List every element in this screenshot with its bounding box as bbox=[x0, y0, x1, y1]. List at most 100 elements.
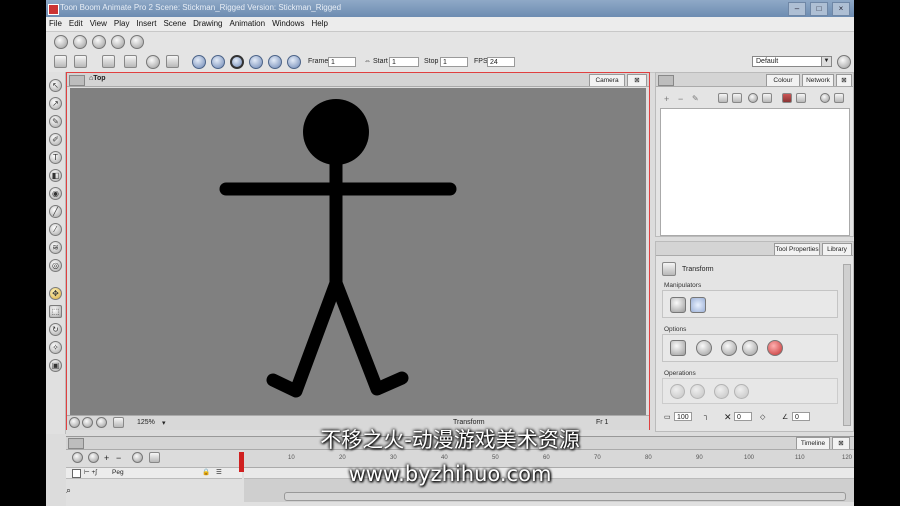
select-pegs-icon[interactable] bbox=[696, 340, 712, 356]
snap-icon[interactable] bbox=[721, 340, 737, 356]
width-field[interactable]: 100 bbox=[674, 412, 692, 421]
cut-icon[interactable] bbox=[102, 55, 115, 68]
maximize-button[interactable]: □ bbox=[810, 2, 828, 16]
tab-library[interactable]: Library bbox=[822, 243, 852, 255]
tool-properties-panel: Tool Properties Library Transform Manipu… bbox=[655, 241, 854, 432]
edit-colour-icon[interactable]: ✎ bbox=[692, 94, 699, 103]
animate-tool-icon[interactable]: ✥ bbox=[49, 287, 62, 300]
peg-only-icon[interactable] bbox=[670, 340, 686, 356]
stop-field[interactable]: 1 bbox=[440, 57, 468, 67]
angle-field[interactable]: 0 bbox=[792, 412, 810, 421]
add-colour-icon[interactable]: + bbox=[664, 94, 669, 104]
tab-tool-properties[interactable]: Tool Properties bbox=[774, 243, 820, 255]
workspace-manager-icon[interactable] bbox=[837, 55, 851, 69]
bounding-box-icon[interactable] bbox=[690, 297, 706, 313]
texture-icon[interactable] bbox=[782, 93, 792, 103]
sound-button[interactable] bbox=[230, 55, 244, 69]
zoom-search-icon[interactable]: ⌕ bbox=[66, 485, 71, 496]
select-arrow-icon[interactable] bbox=[670, 297, 686, 313]
record-button[interactable] bbox=[287, 55, 301, 69]
colour-view-icon[interactable] bbox=[834, 93, 844, 103]
frame-field[interactable]: 1 bbox=[328, 57, 356, 67]
redo-icon[interactable] bbox=[74, 55, 87, 68]
open-scene-icon[interactable] bbox=[73, 35, 87, 49]
pencil-tool-icon[interactable]: ✐ bbox=[49, 133, 62, 146]
tab-network[interactable]: Network bbox=[802, 74, 834, 86]
transform-tool-icon[interactable]: ⬚ bbox=[49, 305, 62, 318]
dropper-tool-icon[interactable]: ⁄ bbox=[49, 223, 62, 236]
eraser-tool-icon[interactable]: ◧ bbox=[49, 169, 62, 182]
rotate-ccw-icon[interactable] bbox=[714, 384, 729, 399]
recover-colour-icon[interactable] bbox=[796, 93, 806, 103]
select-tool-icon[interactable]: ↖ bbox=[49, 79, 62, 92]
flip-vertical-icon[interactable] bbox=[690, 384, 705, 399]
print-icon[interactable] bbox=[111, 35, 125, 49]
save-icon[interactable] bbox=[92, 35, 106, 49]
palette-list-icon[interactable] bbox=[762, 93, 772, 103]
text-tool-icon[interactable]: T bbox=[49, 151, 62, 164]
workspace-select[interactable]: Default ▼ bbox=[752, 56, 832, 67]
tab-colour[interactable]: Colour bbox=[766, 74, 800, 86]
paste-icon[interactable] bbox=[146, 55, 160, 69]
sound-scrub-button[interactable] bbox=[249, 55, 263, 69]
view-selector[interactable]: ⌂Top bbox=[89, 75, 106, 82]
colour-pane-close-icon[interactable]: ⊠ bbox=[836, 74, 852, 86]
brush-colour-icon[interactable] bbox=[748, 93, 758, 103]
rotate-tool-icon[interactable]: ↻ bbox=[49, 323, 62, 336]
fps-field[interactable]: 24 bbox=[487, 57, 515, 67]
brush-tool-icon[interactable]: ✎ bbox=[49, 115, 62, 128]
paint-tool-icon[interactable]: ◉ bbox=[49, 187, 62, 200]
stickman-drawing[interactable] bbox=[70, 88, 646, 415]
clipboard-icon[interactable] bbox=[166, 55, 179, 68]
reset-transform-icon[interactable] bbox=[767, 340, 783, 356]
manipulators-label: Manipulators bbox=[664, 282, 702, 289]
drawing-canvas[interactable] bbox=[70, 88, 646, 415]
colour-swatch-list[interactable] bbox=[660, 108, 850, 236]
menu-help[interactable]: Help bbox=[309, 17, 332, 31]
swatch-mode-icon[interactable] bbox=[732, 93, 742, 103]
contour-editor-icon[interactable]: ↗ bbox=[49, 97, 62, 110]
palette-icon[interactable] bbox=[718, 93, 728, 103]
menu-play[interactable]: Play bbox=[111, 17, 134, 31]
remove-colour-icon[interactable]: − bbox=[678, 94, 683, 104]
close-button[interactable]: × bbox=[832, 2, 850, 16]
menu-windows[interactable]: Windows bbox=[269, 17, 308, 31]
loop-button[interactable] bbox=[211, 55, 225, 69]
pane-close-icon[interactable]: ⊠ bbox=[627, 74, 647, 86]
chevron-down-icon: ▼ bbox=[821, 57, 831, 66]
menu-view[interactable]: View bbox=[87, 17, 111, 31]
menu-insert[interactable]: Insert bbox=[133, 17, 160, 31]
new-scene-icon[interactable] bbox=[54, 35, 68, 49]
start-field[interactable]: 1 bbox=[389, 57, 419, 67]
menu-file[interactable]: File bbox=[46, 17, 66, 31]
stroke-tool-icon[interactable]: ≋ bbox=[49, 241, 62, 254]
width-icon: ▭ bbox=[664, 414, 671, 421]
menu-drawing[interactable]: Drawing bbox=[190, 17, 226, 31]
timeline-scrollbar[interactable] bbox=[284, 492, 846, 501]
copy-icon[interactable] bbox=[124, 55, 137, 68]
flip-horizontal-icon[interactable] bbox=[670, 384, 685, 399]
undo-icon[interactable] bbox=[54, 55, 67, 68]
menu-scene[interactable]: Scene bbox=[160, 17, 190, 31]
colour-options-icon[interactable] bbox=[820, 93, 830, 103]
camera-tool-icon[interactable]: ▣ bbox=[49, 359, 62, 372]
step-forward-button[interactable] bbox=[268, 55, 282, 69]
play-button[interactable] bbox=[192, 55, 206, 69]
rotate-cw-icon[interactable] bbox=[734, 384, 749, 399]
colour-pane-menu-button[interactable] bbox=[658, 75, 674, 86]
menu-animation[interactable]: Animation bbox=[227, 17, 270, 31]
morph-tool-icon[interactable]: ✧ bbox=[49, 341, 62, 354]
menu-edit[interactable]: Edit bbox=[66, 17, 87, 31]
zoom-tool-icon[interactable]: ◎ bbox=[49, 259, 62, 272]
x-field[interactable]: 0 bbox=[734, 412, 752, 421]
pane-menu-button[interactable] bbox=[69, 75, 85, 86]
lock-pivot-icon[interactable] bbox=[742, 340, 758, 356]
stickman-right-leg[interactable] bbox=[329, 276, 409, 396]
import-icon[interactable] bbox=[130, 35, 144, 49]
stickman-left-leg[interactable] bbox=[266, 276, 343, 398]
tool-properties-scrollbar[interactable] bbox=[843, 264, 851, 426]
ruler-tick: 90 bbox=[696, 455, 703, 461]
line-tool-icon[interactable]: ╱ bbox=[49, 205, 62, 218]
minimize-button[interactable]: – bbox=[788, 2, 806, 16]
tab-camera[interactable]: Camera bbox=[589, 74, 625, 86]
